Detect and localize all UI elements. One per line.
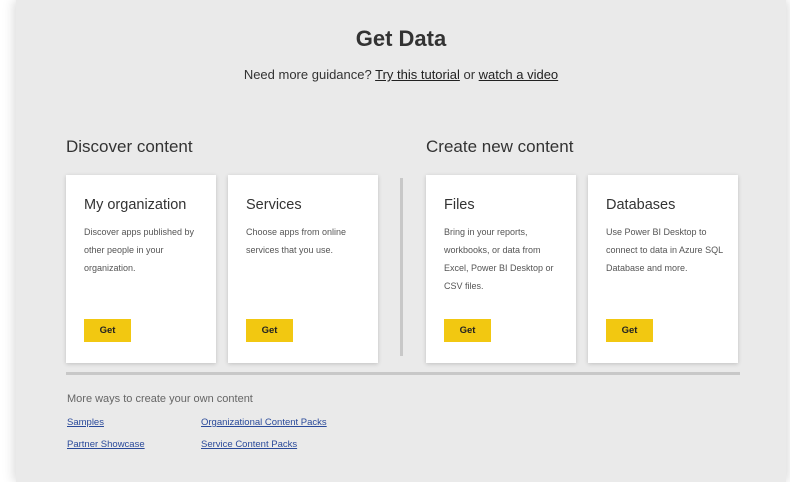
- samples-link[interactable]: Samples: [67, 417, 104, 428]
- guidance-or: or: [459, 67, 479, 82]
- tutorial-link[interactable]: Try this tutorial: [375, 67, 460, 82]
- card-title: Services: [246, 197, 302, 213]
- get-databases-button[interactable]: Get: [606, 319, 653, 342]
- organizational-content-packs-link[interactable]: Organizational Content Packs: [201, 417, 327, 428]
- card-title: Files: [444, 197, 475, 213]
- video-link[interactable]: watch a video: [479, 67, 559, 82]
- get-my-organization-button[interactable]: Get: [84, 319, 131, 342]
- guidance-prefix: Need more guidance?: [243, 67, 376, 82]
- card-databases[interactable]: Databases Use Power BI Desktop to connec…: [588, 175, 738, 363]
- card-services[interactable]: Services Choose apps from online service…: [228, 175, 378, 363]
- card-title: My organization: [84, 197, 187, 213]
- page-title: Get Data: [355, 26, 447, 51]
- card-description: Use Power BI Desktop to connect to data …: [606, 227, 723, 273]
- discover-content-heading: Discover content: [66, 137, 193, 156]
- get-data-panel: Get Data Need more guidance? Try this tu…: [16, 0, 786, 482]
- card-my-organization[interactable]: My organization Discover apps published …: [66, 175, 216, 363]
- get-services-button[interactable]: Get: [246, 319, 293, 342]
- service-content-packs-link[interactable]: Service Content Packs: [201, 439, 297, 450]
- get-files-button[interactable]: Get: [444, 319, 491, 342]
- card-files[interactable]: Files Bring in your reports, workbooks, …: [426, 175, 576, 363]
- card-title: Databases: [606, 197, 676, 213]
- vertical-divider: [400, 178, 403, 356]
- more-ways-label: More ways to create your own content: [67, 393, 253, 405]
- card-description: Bring in your reports, workbooks, or dat…: [444, 227, 554, 291]
- horizontal-divider: [66, 372, 740, 375]
- partner-showcase-link[interactable]: Partner Showcase: [67, 439, 145, 450]
- card-description: Discover apps published by other people …: [84, 227, 195, 273]
- card-description: Choose apps from online services that yo…: [246, 227, 347, 255]
- guidance-line: Need more guidance? Try this tutorial or…: [16, 67, 786, 82]
- create-content-heading: Create new content: [426, 137, 574, 156]
